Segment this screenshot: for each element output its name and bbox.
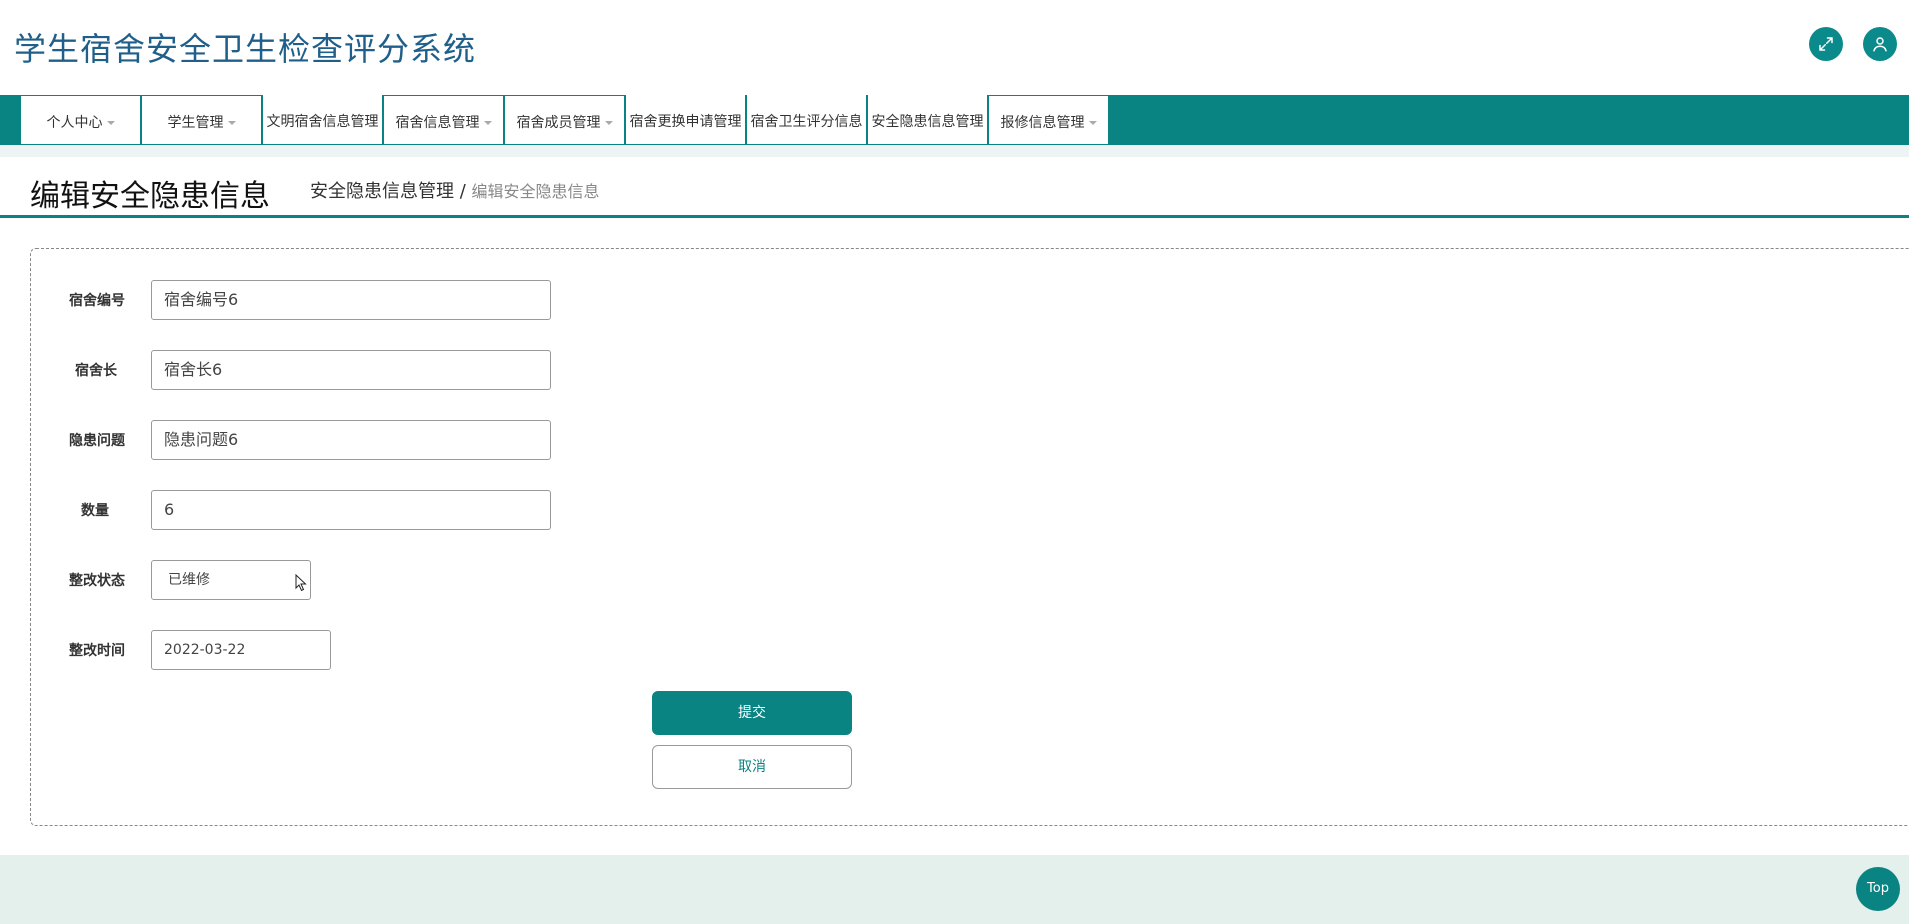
sub-band bbox=[0, 145, 1909, 157]
nav-item-civilized-dorm[interactable]: 文明宿舍信息管理 bbox=[262, 95, 383, 171]
nav-item-student-mgmt[interactable]: 学生管理 bbox=[141, 95, 262, 145]
caret-down-icon bbox=[1088, 121, 1097, 125]
breadcrumb-parent[interactable]: 安全隐患信息管理 bbox=[310, 181, 454, 202]
nav-label: 安全隐患信息管理 bbox=[871, 114, 984, 130]
back-to-top-button[interactable]: Top bbox=[1856, 867, 1900, 911]
form-label: 宿舍长 bbox=[75, 363, 117, 379]
form-label: 宿舍编号 bbox=[69, 293, 125, 309]
nav-label: 文明宿舍信息管理 bbox=[266, 114, 379, 130]
rectify-time-input[interactable]: 2022-03-22 bbox=[151, 630, 331, 670]
nav-item-dorm-members[interactable]: 宿舍成员管理 bbox=[504, 95, 625, 145]
dorm-leader-input[interactable]: 宿舍长6 bbox=[151, 350, 551, 390]
page-header: 编辑安全隐患信息 安全隐患信息管理 / 编辑安全隐患信息 bbox=[0, 157, 1909, 218]
nav-item-dorm-info[interactable]: 宿舍信息管理 bbox=[383, 95, 504, 145]
edit-form: 宿舍编号 宿舍编号6 宿舍长 宿舍长6 隐患问题 隐患问题6 数量 6 整改状态… bbox=[30, 248, 1909, 826]
nav-item-personal-center[interactable]: 个人中心 bbox=[20, 95, 141, 145]
submit-button[interactable]: 提交 bbox=[652, 691, 852, 735]
quantity-input[interactable]: 6 bbox=[151, 490, 551, 530]
nav-label: 报修信息管理 bbox=[1000, 115, 1085, 131]
page-title: 编辑安全隐患信息 bbox=[30, 179, 270, 214]
nav-label: 学生管理 bbox=[167, 115, 224, 131]
app-header: 学生宿舍安全卫生检查评分系统 bbox=[0, 0, 1909, 95]
page-footer bbox=[0, 855, 1909, 924]
nav-label: 宿舍更换申请管理 bbox=[629, 114, 742, 130]
breadcrumb: 安全隐患信息管理 / 编辑安全隐患信息 bbox=[310, 177, 600, 203]
nav-label: 个人中心 bbox=[46, 115, 103, 131]
mouse-cursor-icon bbox=[295, 574, 307, 592]
cancel-button[interactable]: 取消 bbox=[652, 745, 852, 789]
caret-down-icon bbox=[483, 121, 492, 125]
user-icon bbox=[1873, 37, 1887, 52]
caret-down-icon bbox=[106, 121, 115, 125]
nav-menu: 个人中心 学生管理 文明宿舍信息管理 宿舍信息管理 宿舍成员管理 宿舍更换申请管… bbox=[20, 95, 1109, 178]
app-title: 学生宿舍安全卫生检查评分系统 bbox=[14, 30, 477, 68]
caret-down-icon bbox=[227, 121, 236, 125]
breadcrumb-current: 编辑安全隐患信息 bbox=[471, 182, 600, 201]
form-label: 整改时间 bbox=[69, 643, 125, 659]
hazard-issue-input[interactable]: 隐患问题6 bbox=[151, 420, 551, 460]
breadcrumb-separator: / bbox=[459, 181, 466, 202]
rectify-status-select[interactable]: 已维修 bbox=[151, 560, 311, 600]
form-label: 隐患问题 bbox=[69, 433, 125, 449]
nav-item-dorm-change[interactable]: 宿舍更换申请管理 bbox=[625, 95, 746, 171]
nav-item-hygiene-score[interactable]: 宿舍卫生评分信息 管理 bbox=[746, 95, 867, 178]
nav-label: 宿舍成员管理 bbox=[516, 115, 601, 131]
nav-item-repair-info[interactable]: 报修信息管理 bbox=[988, 95, 1109, 145]
nav-label: 宿舍卫生评分信息 bbox=[750, 114, 863, 130]
dorm-number-input[interactable]: 宿舍编号6 bbox=[151, 280, 551, 320]
expand-icon bbox=[1819, 37, 1833, 51]
nav-item-safety-hazard[interactable]: 安全隐患信息管理 bbox=[867, 95, 988, 171]
caret-down-icon bbox=[604, 121, 613, 125]
form-label: 整改状态 bbox=[69, 573, 125, 589]
user-button[interactable] bbox=[1863, 27, 1897, 61]
fullscreen-button[interactable] bbox=[1809, 27, 1843, 61]
select-value: 已维修 bbox=[168, 572, 210, 588]
nav-label: 宿舍信息管理 bbox=[395, 115, 480, 131]
